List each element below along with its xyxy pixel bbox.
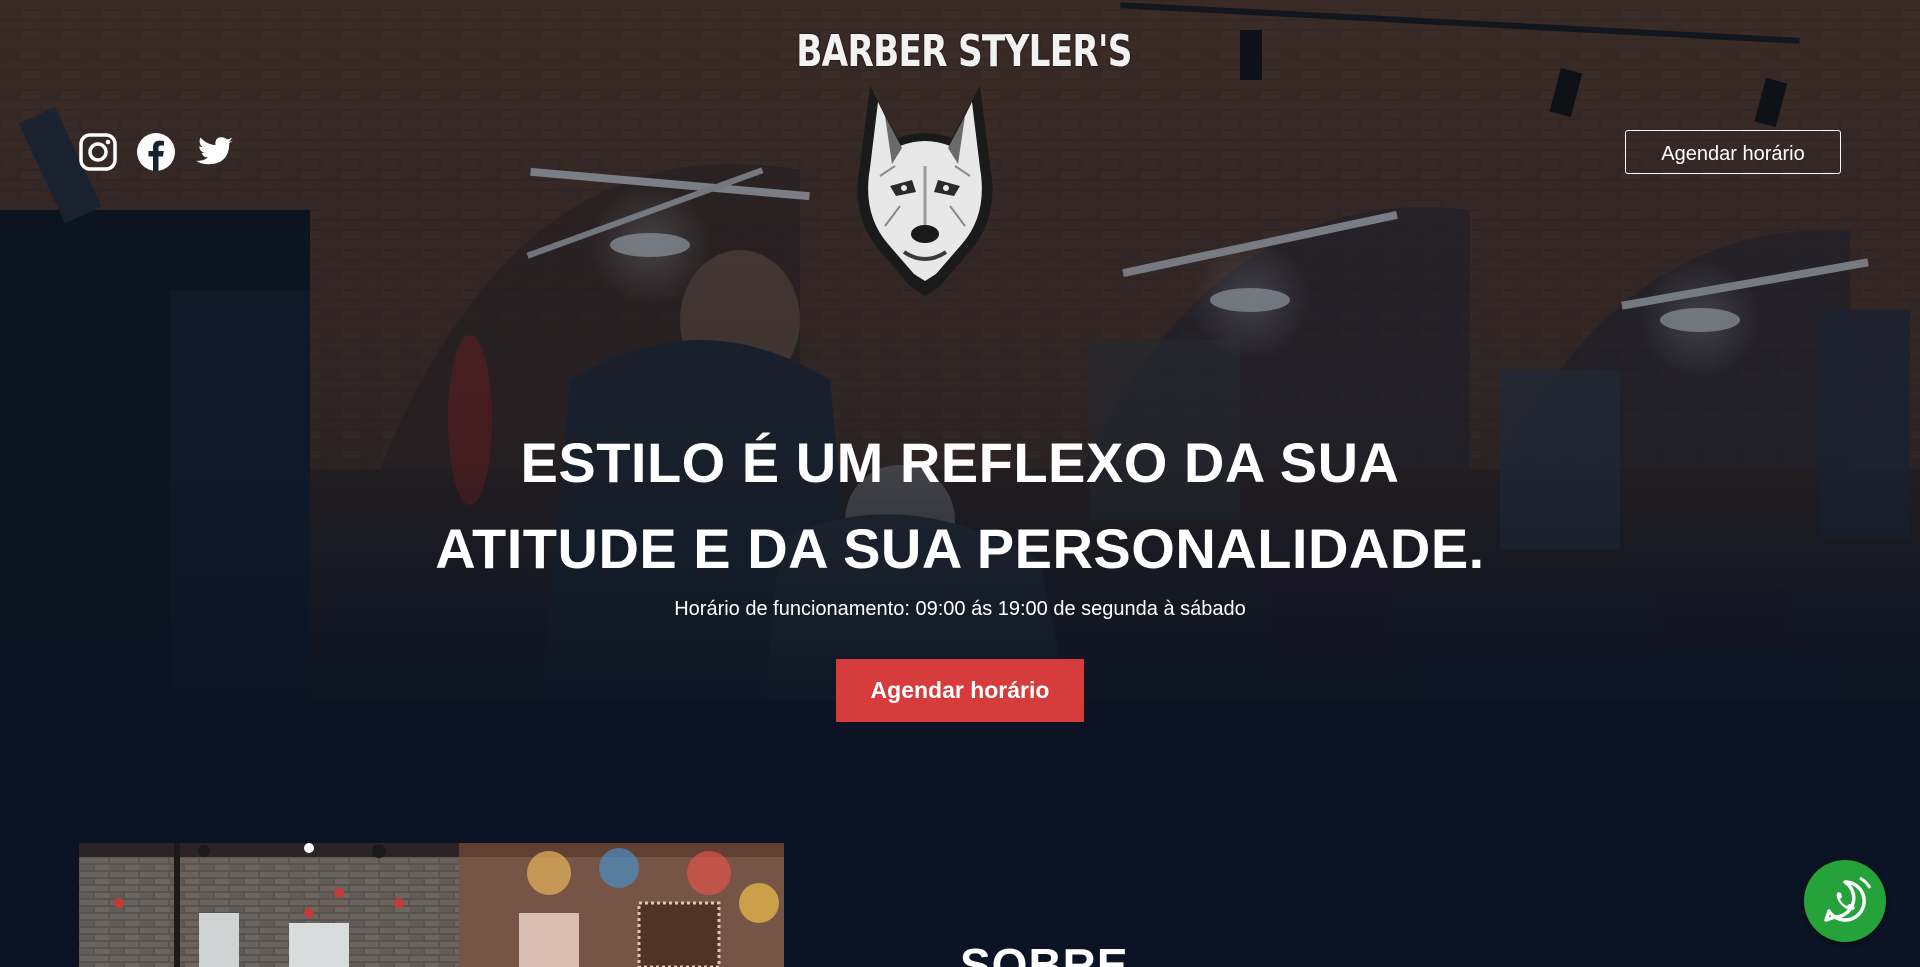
hero-headline-line-2: ATITUDE E DA SUA PERSONALIDADE.	[435, 517, 1485, 580]
social-links	[78, 132, 234, 172]
landing-page: BARBER STYLER'S Agendar horário ESTILO É…	[0, 0, 1920, 967]
facebook-link[interactable]	[136, 132, 176, 172]
brand-logo[interactable]: BARBER STYLER'S	[760, 26, 1132, 296]
header-schedule-button[interactable]: Agendar horário	[1625, 130, 1841, 174]
wolf-logo-icon	[840, 76, 1010, 296]
instagram-link[interactable]	[78, 132, 118, 172]
whatsapp-icon	[1824, 876, 1872, 922]
twitter-link[interactable]	[194, 132, 234, 172]
hero-headline-line-1: ESTILO É UM REFLEXO DA SUA	[520, 431, 1400, 494]
whatsapp-button[interactable]	[1804, 860, 1886, 942]
instagram-icon	[79, 133, 117, 171]
opening-hours: Horário de funcionamento: 09:00 ás 19:00…	[674, 598, 1246, 620]
facebook-icon	[137, 133, 175, 171]
brand-name: BARBER STYLER'S	[796, 26, 1132, 77]
hero-schedule-button[interactable]: Agendar horário	[836, 659, 1084, 722]
about-image	[79, 843, 784, 967]
twitter-icon	[196, 137, 233, 165]
about-section-title: SOBRE	[960, 939, 1129, 967]
hero-headline: ESTILO É UM REFLEXO DA SUA ATITUDE E DA …	[360, 420, 1560, 592]
